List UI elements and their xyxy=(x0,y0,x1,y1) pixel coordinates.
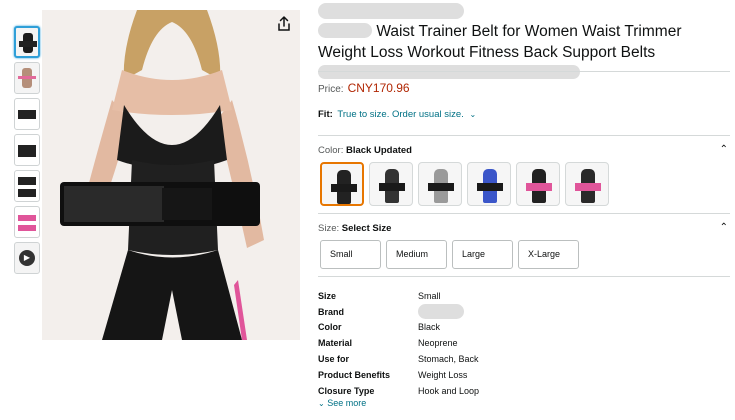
thumbnail-2[interactable] xyxy=(14,62,40,94)
spec-value: Small xyxy=(418,290,441,301)
chevron-up-icon[interactable]: ⌃ xyxy=(720,144,728,155)
size-option-large[interactable]: Large xyxy=(452,240,513,269)
size-section-header[interactable]: Size: Select Size ⌃ xyxy=(318,222,730,234)
main-product-image[interactable] xyxy=(42,10,300,340)
see-more-link[interactable]: ⌄ See more xyxy=(318,398,366,408)
spec-table: Size Small Brand Color Black Material Neopr… xyxy=(318,288,479,399)
size-option-medium[interactable]: Medium xyxy=(386,240,447,269)
size-option-x-large[interactable]: X-Large xyxy=(518,240,579,269)
spec-row: Use for Stomach, Back xyxy=(318,351,479,367)
share-icon xyxy=(278,15,290,31)
divider xyxy=(318,71,730,72)
spec-value: Hook and Loop xyxy=(418,385,480,396)
spec-row: Size Small xyxy=(318,288,479,304)
redacted-brand-value xyxy=(418,304,464,320)
spec-key: Color xyxy=(318,322,342,333)
divider xyxy=(318,135,730,136)
redacted-subtitle xyxy=(318,65,580,79)
product-title: Waist Trainer Belt for Women Waist Trimm… xyxy=(318,23,682,61)
size-option-small[interactable]: Small xyxy=(320,240,381,269)
color-selected: Black Updated xyxy=(345,145,412,156)
title-area: Waist Trainer Belt for Women Waist Trimm… xyxy=(318,2,730,79)
spec-row: Color Black xyxy=(318,320,479,336)
spec-row: Product Benefits Weight Loss xyxy=(318,367,479,383)
chevron-up-icon[interactable]: ⌃ xyxy=(720,222,728,233)
chevron-down-icon: ⌄ xyxy=(318,399,325,408)
fit-link[interactable]: True to size. Order usual size. xyxy=(337,109,463,120)
size-label: Size: xyxy=(318,223,340,234)
swatch-pink-black[interactable] xyxy=(516,162,560,206)
spec-row: Material Neoprene xyxy=(318,335,479,351)
swatch-pink-black-2[interactable] xyxy=(565,162,609,206)
product-photo xyxy=(42,10,300,340)
spec-key: Size xyxy=(318,290,337,301)
spec-row: Brand xyxy=(318,304,479,320)
spec-key: Material xyxy=(318,338,353,349)
size-selected: Select Size xyxy=(341,223,392,234)
divider xyxy=(318,213,730,214)
redacted-brand-top xyxy=(318,3,464,19)
chevron-down-icon[interactable]: ⌄ xyxy=(469,110,476,119)
spec-value: Black xyxy=(418,322,441,333)
price-label: Price: xyxy=(318,84,344,95)
spec-key: Brand xyxy=(318,306,345,317)
color-swatches xyxy=(320,162,614,206)
spec-row: Closure Type Hook and Loop xyxy=(318,383,479,399)
redacted-brand-name xyxy=(318,23,372,38)
color-section-header[interactable]: Color: Black Updated ⌃ xyxy=(318,144,730,156)
fit-row: Fit: True to size. Order usual size. ⌄ xyxy=(318,109,476,120)
spec-value: Stomach, Back xyxy=(418,354,479,365)
thumbnail-1[interactable] xyxy=(14,26,40,58)
spec-value: Weight Loss xyxy=(418,369,468,380)
size-options: Small Medium Large X-Large xyxy=(320,240,584,269)
swatch-black-tank[interactable] xyxy=(320,162,364,206)
color-label: Color: xyxy=(318,145,344,156)
spec-key: Use for xyxy=(318,354,350,365)
price-value: CNY170.96 xyxy=(347,81,410,95)
thumbnail-4[interactable] xyxy=(14,134,40,166)
swatch-black-belt-white[interactable] xyxy=(418,162,462,206)
thumbnail-list: ▶ xyxy=(14,26,40,278)
thumbnail-3[interactable] xyxy=(14,98,40,130)
spec-value: Neoprene xyxy=(418,338,458,349)
spec-key: Product Benefits xyxy=(318,369,391,380)
play-icon: ▶ xyxy=(19,250,35,266)
swatch-black-strap[interactable] xyxy=(369,162,413,206)
share-button[interactable] xyxy=(274,14,294,34)
price-row: Price: CNY170.96 xyxy=(318,81,410,95)
see-more-label: See more xyxy=(327,398,367,408)
divider xyxy=(318,276,730,277)
thumbnail-video[interactable]: ▶ xyxy=(14,242,40,274)
swatch-blue-black[interactable] xyxy=(467,162,511,206)
thumbnail-6[interactable] xyxy=(14,206,40,238)
spec-key: Closure Type xyxy=(318,385,375,396)
fit-label: Fit: xyxy=(318,109,333,120)
thumbnail-5[interactable] xyxy=(14,170,40,202)
